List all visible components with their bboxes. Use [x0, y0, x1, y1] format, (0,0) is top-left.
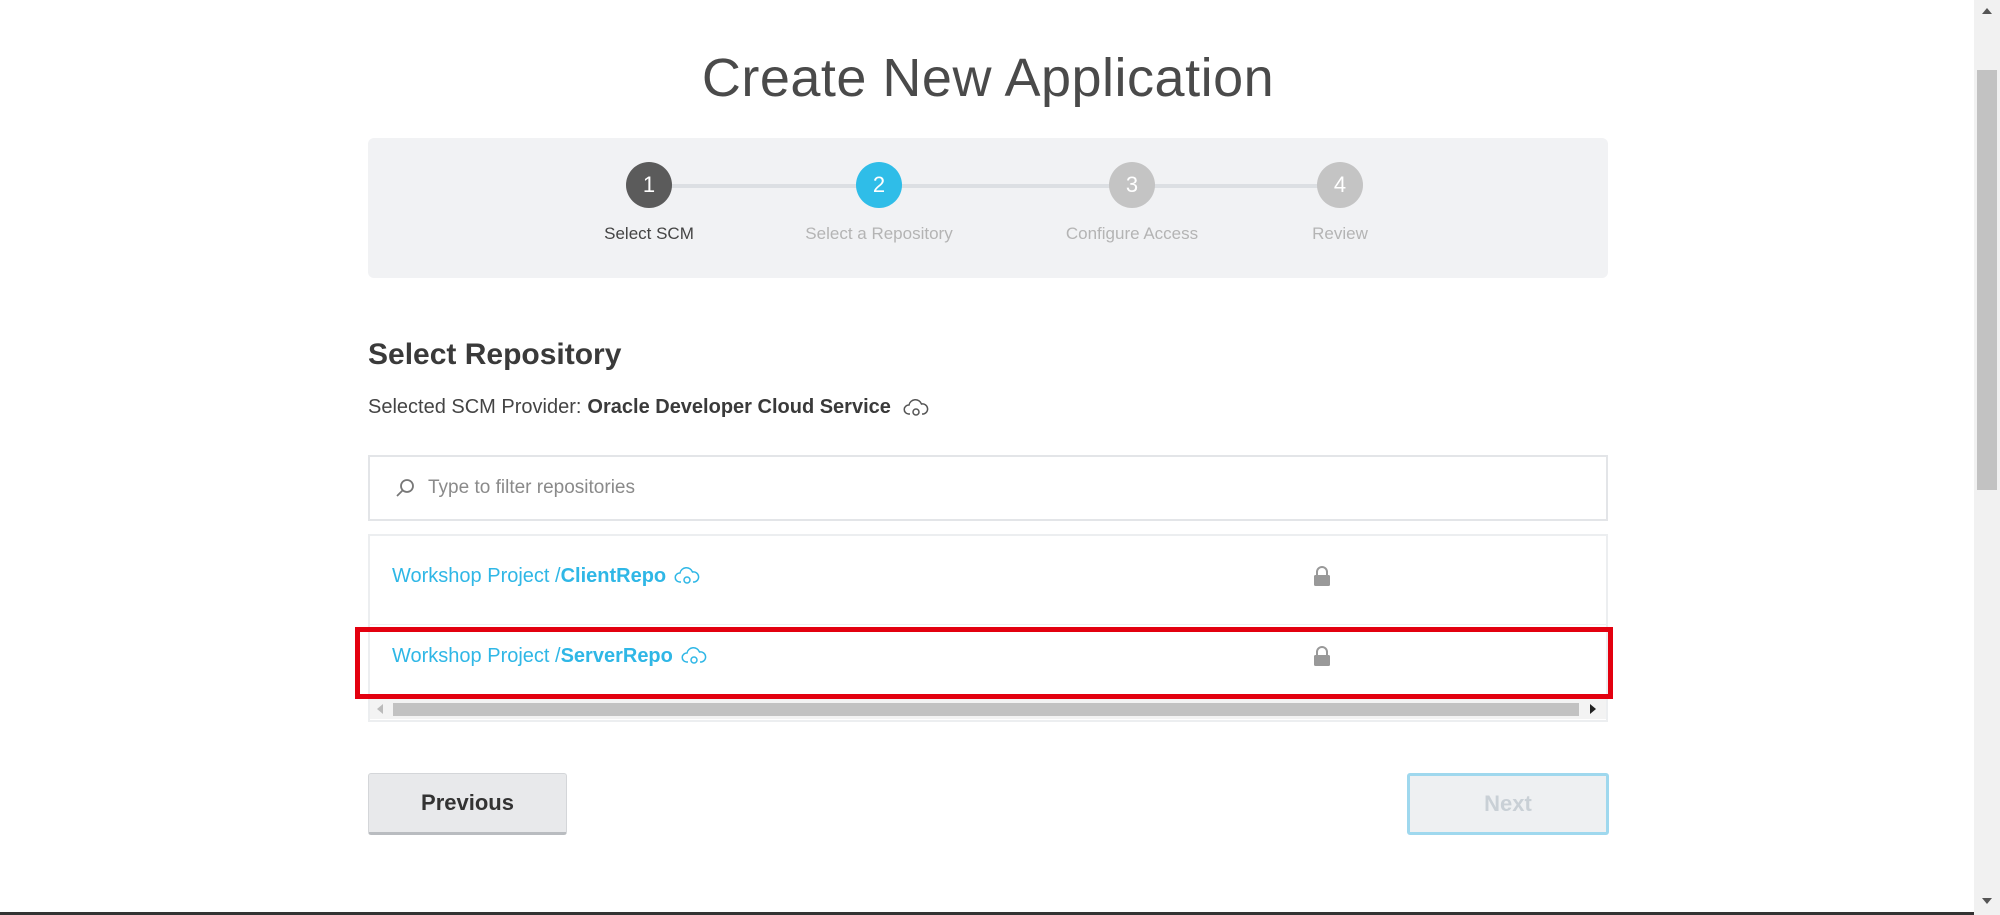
step-2-label[interactable]: Select a Repository — [769, 224, 989, 244]
page-scroll-thumb[interactable] — [1977, 70, 1997, 490]
scroll-left-arrow-icon[interactable] — [377, 704, 383, 714]
step-1-circle[interactable]: 1 — [626, 162, 672, 208]
selected-provider: Selected SCM Provider: Oracle Developer … — [368, 396, 929, 419]
lock-icon — [1313, 566, 1331, 586]
provider-name: Oracle Developer Cloud Service — [587, 396, 891, 418]
scroll-up-arrow-icon[interactable] — [1982, 8, 1992, 14]
wizard-train — [368, 138, 1608, 278]
search-icon — [394, 477, 416, 499]
repo-name[interactable]: ServerRepo — [561, 645, 673, 668]
repository-filter[interactable] — [368, 455, 1608, 521]
scroll-right-arrow-icon[interactable] — [1590, 704, 1596, 714]
step-1-label[interactable]: Select SCM — [539, 224, 759, 244]
repo-project[interactable]: Workshop Project / — [392, 565, 561, 588]
provider-label: Selected SCM Provider: — [368, 396, 582, 418]
section-title: Select Repository — [368, 338, 622, 371]
list-scroll-thumb[interactable] — [393, 703, 1579, 716]
step-3-circle: 3 — [1109, 162, 1155, 208]
repo-project[interactable]: Workshop Project / — [392, 645, 561, 668]
step-2-circle[interactable]: 2 — [856, 162, 902, 208]
repo-row-serverrepo[interactable]: Workshop Project / ServerRepo — [370, 616, 1606, 696]
train-connector — [649, 184, 1342, 188]
previous-button[interactable]: Previous — [368, 773, 567, 835]
cloud-icon — [681, 646, 707, 666]
step-3-label: Configure Access — [1065, 224, 1199, 243]
filter-input[interactable] — [426, 476, 1530, 500]
lock-icon — [1313, 646, 1331, 666]
cloud-icon — [903, 398, 929, 418]
repo-row-clientrepo[interactable]: Workshop Project / ClientRepo — [370, 536, 1606, 616]
next-button[interactable]: Next — [1407, 773, 1609, 835]
repo-name[interactable]: ClientRepo — [561, 565, 667, 588]
step-4-circle: 4 — [1317, 162, 1363, 208]
step-4-label: Review — [1312, 224, 1368, 243]
cloud-icon — [674, 566, 700, 586]
scroll-down-arrow-icon[interactable] — [1982, 898, 1992, 904]
page-title: Create New Application — [701, 48, 1275, 108]
